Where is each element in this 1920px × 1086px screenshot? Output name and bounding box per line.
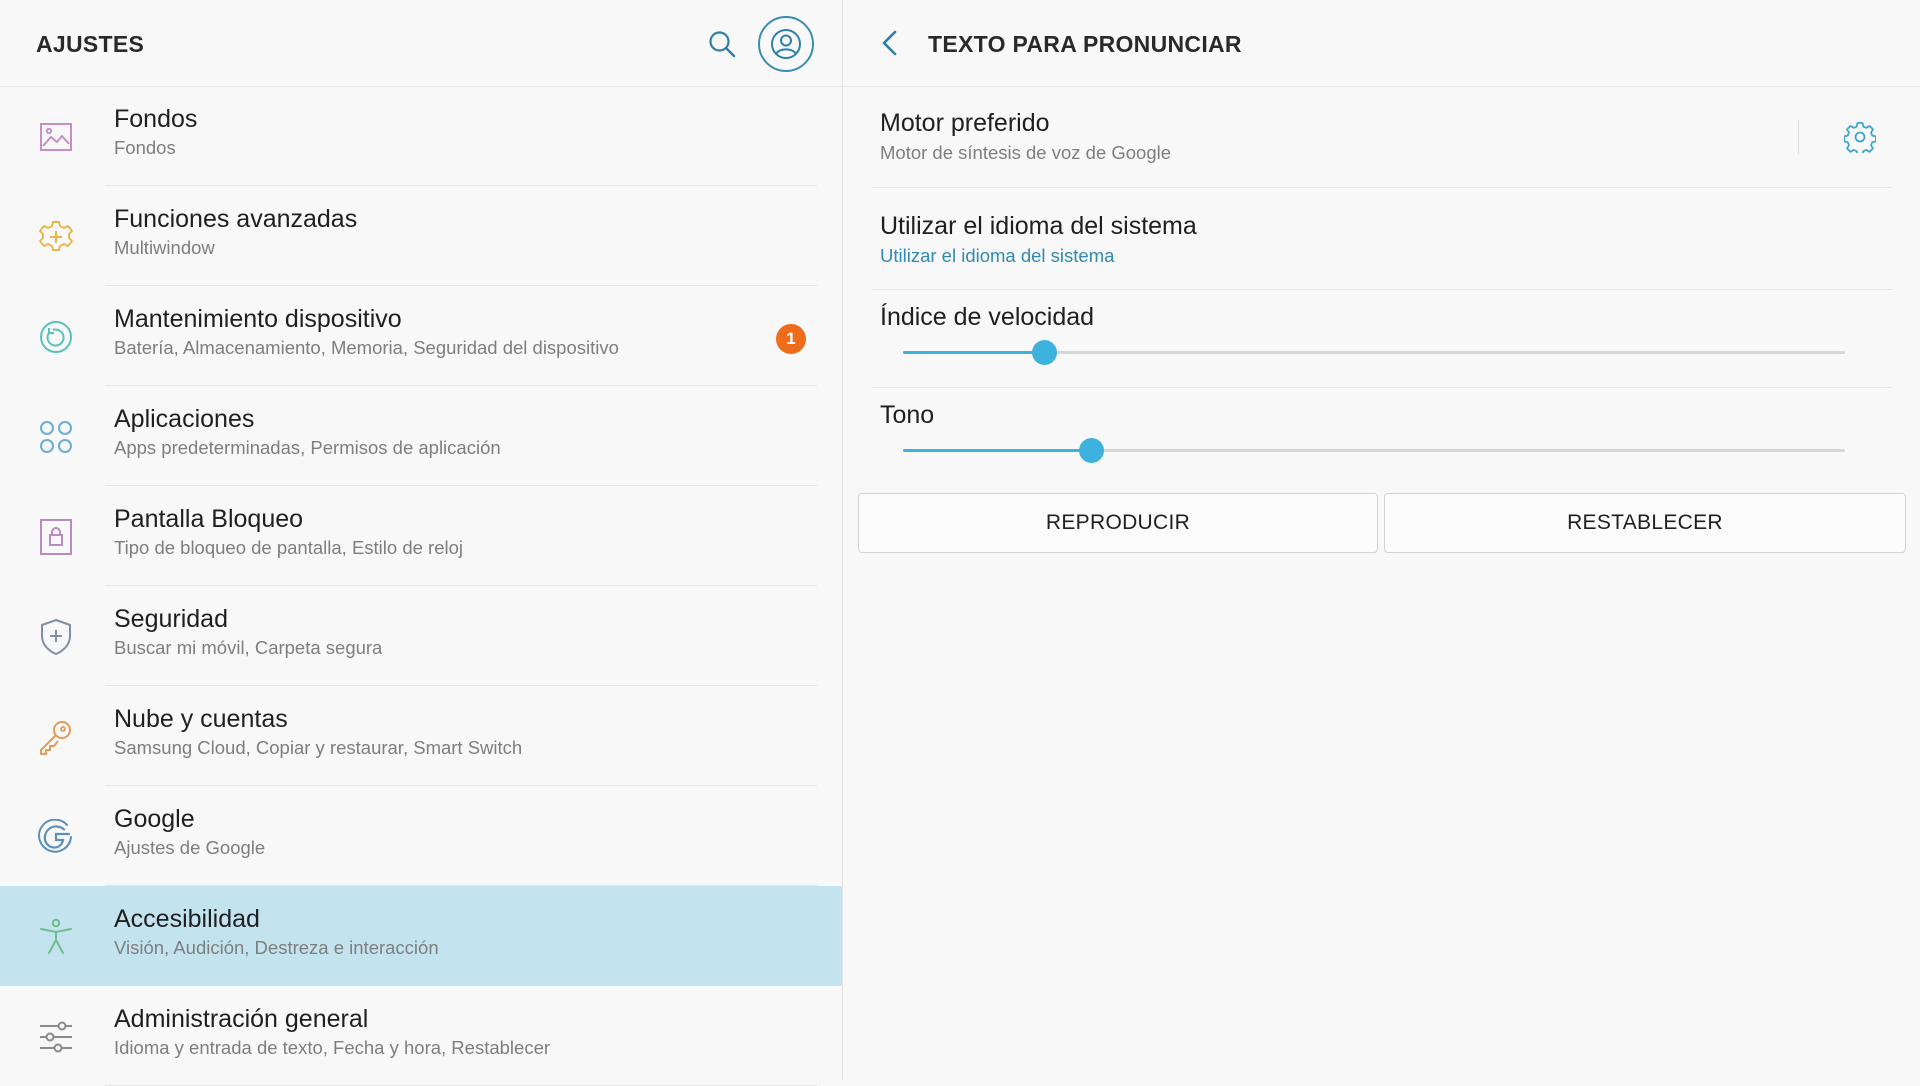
detail-title: TEXTO PARA PRONUNCIAR	[928, 31, 1242, 57]
image-icon	[36, 117, 76, 157]
system-language-value: Utilizar el idioma del sistema	[880, 245, 1115, 266]
menu-item-title: Mantenimiento dispositivo	[114, 305, 402, 333]
accessibility-icon	[36, 917, 76, 957]
menu-item-administracion-general[interactable]: Administración general Idioma y entrada …	[0, 986, 843, 1086]
menu-item-subtitle: Multiwindow	[114, 237, 215, 258]
back-arrow-icon	[882, 30, 897, 56]
account-icon	[771, 29, 801, 59]
play-button[interactable]: REPRODUCIR	[858, 493, 1378, 553]
menu-item-subtitle: Idioma y entrada de texto, Fecha y hora,…	[114, 1037, 551, 1058]
menu-item-subtitle: Batería, Almacenamiento, Memoria, Seguri…	[114, 337, 619, 358]
menu-item-funciones-avanzadas[interactable]: Funciones avanzadas Multiwindow	[0, 186, 843, 286]
search-button[interactable]	[703, 25, 741, 63]
menu-item-subtitle: Apps predeterminadas, Permisos de aplica…	[114, 437, 501, 458]
preferred-engine-row[interactable]: Motor preferido Motor de síntesis de voz…	[843, 87, 1920, 187]
settings-menu-list: Fondos Fondos Funciones avanzadas Multiw…	[0, 86, 843, 1086]
search-icon	[709, 31, 736, 58]
engine-settings-button[interactable]	[1841, 118, 1879, 156]
speech-rate-slider[interactable]	[903, 337, 1845, 367]
menu-item-google[interactable]: Google Ajustes de Google	[0, 786, 843, 886]
speech-rate-label: Índice de velocidad	[880, 303, 1095, 331]
notification-badge: 1	[776, 324, 806, 354]
lock-icon	[36, 517, 76, 557]
back-button[interactable]	[873, 26, 907, 60]
system-language-title: Utilizar el idioma del sistema	[880, 212, 1197, 240]
slider-thumb[interactable]	[1032, 340, 1058, 365]
shield-icon	[36, 617, 76, 657]
sliders-icon	[36, 1017, 76, 1057]
tts-detail-pane: TEXTO PARA PRONUNCIAR Motor preferido Mo…	[843, 0, 1920, 1080]
menu-item-seguridad[interactable]: Seguridad Buscar mi móvil, Carpeta segur…	[0, 586, 843, 686]
key-icon	[36, 717, 76, 757]
reset-button[interactable]: RESTABLECER	[1384, 493, 1906, 553]
gear-icon	[1844, 122, 1876, 153]
preferred-engine-value: Motor de síntesis de voz de Google	[880, 142, 1172, 163]
menu-item-accesibilidad[interactable]: Accesibilidad Visión, Audición, Destreza…	[0, 886, 843, 986]
slider-fill	[903, 449, 1092, 452]
divider	[872, 289, 1892, 290]
pitch-label: Tono	[880, 401, 935, 429]
menu-item-title: Fondos	[114, 105, 198, 133]
menu-item-title: Funciones avanzadas	[114, 205, 358, 233]
google-icon	[36, 817, 76, 857]
slider-fill	[903, 351, 1045, 354]
divider	[872, 387, 1892, 388]
system-language-row[interactable]: Utilizar el idioma del sistema Utilizar …	[843, 188, 1920, 288]
gear-plus-icon	[36, 217, 76, 257]
apps-grid-icon	[36, 417, 76, 457]
menu-item-title: Nube y cuentas	[114, 705, 288, 733]
menu-item-title: Administración general	[114, 1005, 369, 1033]
menu-item-subtitle: Fondos	[114, 137, 176, 158]
slider-thumb[interactable]	[1079, 438, 1105, 463]
menu-item-subtitle: Visión, Audición, Destreza e interacción	[114, 937, 439, 958]
menu-item-pantalla-bloqueo[interactable]: Pantalla Bloqueo Tipo de bloqueo de pant…	[0, 486, 843, 586]
preferred-engine-title: Motor preferido	[880, 109, 1050, 137]
detail-header: TEXTO PARA PRONUNCIAR	[843, 0, 1920, 87]
menu-item-subtitle: Tipo de bloqueo de pantalla, Estilo de r…	[114, 537, 463, 558]
menu-item-mantenimiento[interactable]: Mantenimiento dispositivo Batería, Almac…	[0, 286, 843, 386]
menu-item-title: Pantalla Bloqueo	[114, 505, 304, 533]
pitch-slider[interactable]	[903, 435, 1845, 465]
account-button[interactable]	[758, 16, 814, 72]
menu-item-title: Google	[114, 805, 195, 833]
settings-list-pane: AJUSTES Fondos Fondos Funciones avanzada…	[0, 0, 843, 1086]
refresh-circle-icon	[36, 317, 76, 357]
menu-item-subtitle: Buscar mi móvil, Carpeta segura	[114, 637, 383, 658]
menu-item-fondos[interactable]: Fondos Fondos	[0, 86, 843, 186]
menu-item-subtitle: Samsung Cloud, Copiar y restaurar, Smart…	[114, 737, 523, 758]
menu-item-aplicaciones[interactable]: Aplicaciones Apps predeterminadas, Permi…	[0, 386, 843, 486]
settings-header: AJUSTES	[0, 0, 843, 87]
menu-item-nube-y-cuentas[interactable]: Nube y cuentas Samsung Cloud, Copiar y r…	[0, 686, 843, 786]
menu-item-subtitle: Ajustes de Google	[114, 837, 266, 858]
menu-item-title: Aplicaciones	[114, 405, 255, 433]
divider	[1798, 120, 1799, 154]
menu-item-title: Accesibilidad	[114, 905, 260, 933]
menu-item-title: Seguridad	[114, 605, 228, 633]
settings-title: AJUSTES	[36, 31, 145, 57]
